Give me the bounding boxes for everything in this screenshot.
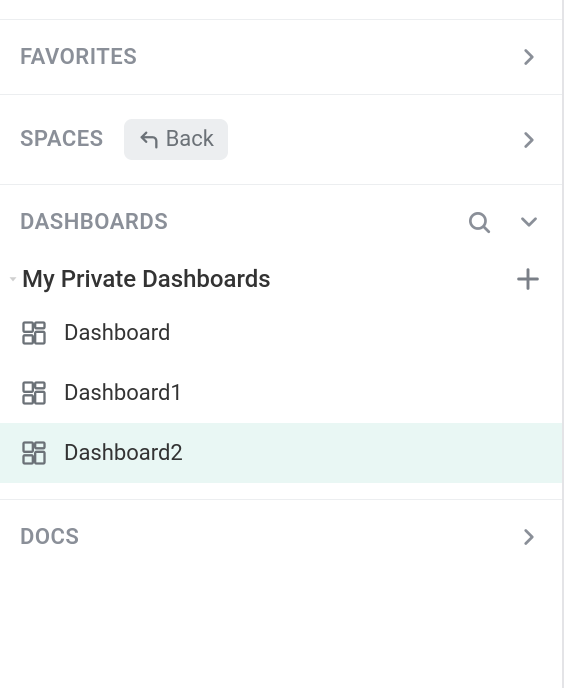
back-arrow-icon — [138, 129, 160, 151]
search-icon[interactable] — [466, 209, 492, 235]
dashboard-icon — [20, 319, 48, 347]
dashboards-title: DASHBOARDS — [20, 210, 168, 235]
dashboard-item[interactable]: Dashboard2 — [0, 423, 562, 483]
chevron-right-icon — [516, 524, 542, 550]
favorites-title: FAVORITES — [20, 45, 137, 70]
add-dashboard-button[interactable] — [514, 265, 542, 293]
section-docs[interactable]: DOCS — [0, 500, 562, 574]
group-my-private-dashboards[interactable]: My Private Dashboards — [0, 247, 562, 303]
spaces-title: SPACES — [20, 127, 104, 152]
docs-section-wrapper: DOCS — [0, 499, 562, 574]
spaces-left: SPACES Back — [20, 119, 228, 160]
group-title: My Private Dashboards — [22, 265, 271, 293]
section-favorites[interactable]: FAVORITES — [0, 20, 562, 95]
sidebar: FAVORITES SPACES Back DASHBOARDS — [0, 0, 564, 688]
caret-down-icon — [6, 272, 20, 286]
dashboard-item[interactable]: Dashboard — [0, 303, 562, 363]
dashboard-icon — [20, 439, 48, 467]
dashboard-item[interactable]: Dashboard1 — [0, 363, 562, 423]
back-label: Back — [166, 127, 214, 152]
chevron-right-icon — [516, 44, 542, 70]
back-button[interactable]: Back — [124, 119, 228, 160]
dashboard-item-label: Dashboard — [64, 321, 170, 346]
chevron-right-icon — [516, 127, 542, 153]
docs-title: DOCS — [20, 525, 79, 550]
section-dashboards-header: DASHBOARDS — [0, 185, 562, 247]
dashboard-icon — [20, 379, 48, 407]
dashboards-controls — [466, 209, 542, 235]
group-left: My Private Dashboards — [6, 265, 271, 293]
chevron-down-icon[interactable] — [516, 209, 542, 235]
dashboard-item-label: Dashboard2 — [64, 441, 183, 466]
top-spacer — [0, 0, 562, 20]
section-spaces[interactable]: SPACES Back — [0, 95, 562, 185]
dashboard-item-label: Dashboard1 — [64, 381, 183, 406]
